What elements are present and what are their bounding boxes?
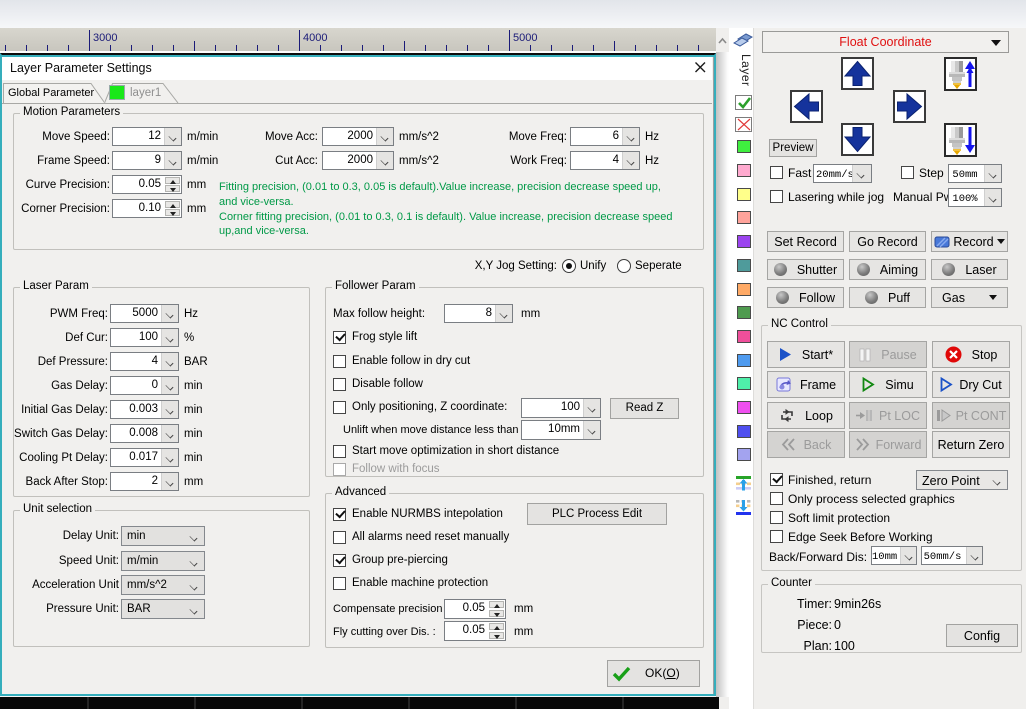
svg-text:3000: 3000: [93, 32, 117, 44]
svg-text:4000: 4000: [303, 32, 327, 44]
svg-text:5000: 5000: [513, 32, 537, 44]
